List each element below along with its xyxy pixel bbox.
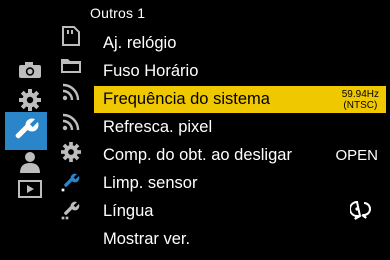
frequency-hz: 59.94Hz — [341, 88, 379, 100]
menu-item-time-zone[interactable]: Fuso Horário — [94, 58, 386, 85]
person-icon — [20, 152, 40, 173]
camera-menu-screen: Outros 1 Aj. relógio Fuso Horário Frequê… — [0, 0, 390, 260]
subtab-gear[interactable] — [58, 140, 84, 164]
system-frequency-value: 59.94Hz (NTSC) — [342, 89, 386, 111]
menu-item-label: Limp. sensor — [103, 174, 198, 192]
sub-tab-column — [56, 0, 86, 260]
menu-item-clock-set[interactable]: Aj. relógio — [94, 30, 386, 57]
tab-my-menu[interactable] — [16, 150, 44, 174]
wrench-icon — [15, 118, 39, 139]
folder-icon — [61, 59, 81, 73]
tab-custom[interactable] — [16, 88, 44, 112]
wireless-2-icon — [62, 113, 80, 131]
wrench-sub-1-icon — [61, 173, 80, 192]
menu-item-sensor-cleaning[interactable]: Limp. sensor — [94, 170, 386, 197]
menu-item-language[interactable]: Língua — [94, 198, 386, 225]
subtab-folder[interactable] — [58, 53, 84, 77]
menu-item-label: Fuso Horário — [103, 62, 199, 80]
menu-item-system-frequency[interactable]: Frequência do sistema 59.94Hz (NTSC) — [94, 86, 386, 113]
main-tab-column — [0, 0, 48, 260]
subtab-wireless-2[interactable] — [58, 110, 84, 134]
gear-icon — [19, 89, 41, 111]
menu-item-label: Língua — [103, 202, 154, 220]
menu-item-label: Refresca. pixel — [103, 118, 213, 136]
subtab-setup-2[interactable] — [58, 198, 84, 222]
subtab-wireless-1[interactable] — [58, 80, 84, 104]
tab-playback[interactable] — [16, 177, 44, 201]
page-title: Outros 1 — [90, 5, 146, 21]
menu-item-value — [349, 200, 386, 224]
menu-item-pixel-refresh[interactable]: Refresca. pixel — [94, 114, 386, 141]
frequency-standard: (NTSC) — [343, 99, 378, 111]
menu-item-shutter-on-power-off[interactable]: Comp. do obt. ao desligar OPEN — [94, 142, 386, 169]
menu-item-version-display[interactable]: Mostrar ver. — [94, 226, 386, 253]
menu-item-value: OPEN — [335, 147, 378, 164]
tab-setup[interactable] — [5, 112, 47, 150]
language-icon — [349, 200, 371, 220]
menu-item-label: Mostrar ver. — [103, 230, 191, 248]
subtab-setup-1[interactable] — [58, 170, 84, 194]
subtab-card[interactable] — [58, 24, 84, 48]
tab-photo[interactable] — [16, 58, 44, 82]
menu-item-label: Frequência do sistema — [103, 90, 270, 108]
card-setup-icon — [62, 26, 80, 46]
wrench-sub-2-icon — [61, 201, 80, 220]
camera-icon — [19, 62, 41, 78]
wireless-icon — [62, 83, 80, 101]
playback-icon — [18, 180, 42, 198]
menu-item-label: Aj. relógio — [103, 34, 177, 52]
gear-sub-icon — [61, 142, 81, 162]
menu-item-label: Comp. do obt. ao desligar — [103, 146, 292, 164]
